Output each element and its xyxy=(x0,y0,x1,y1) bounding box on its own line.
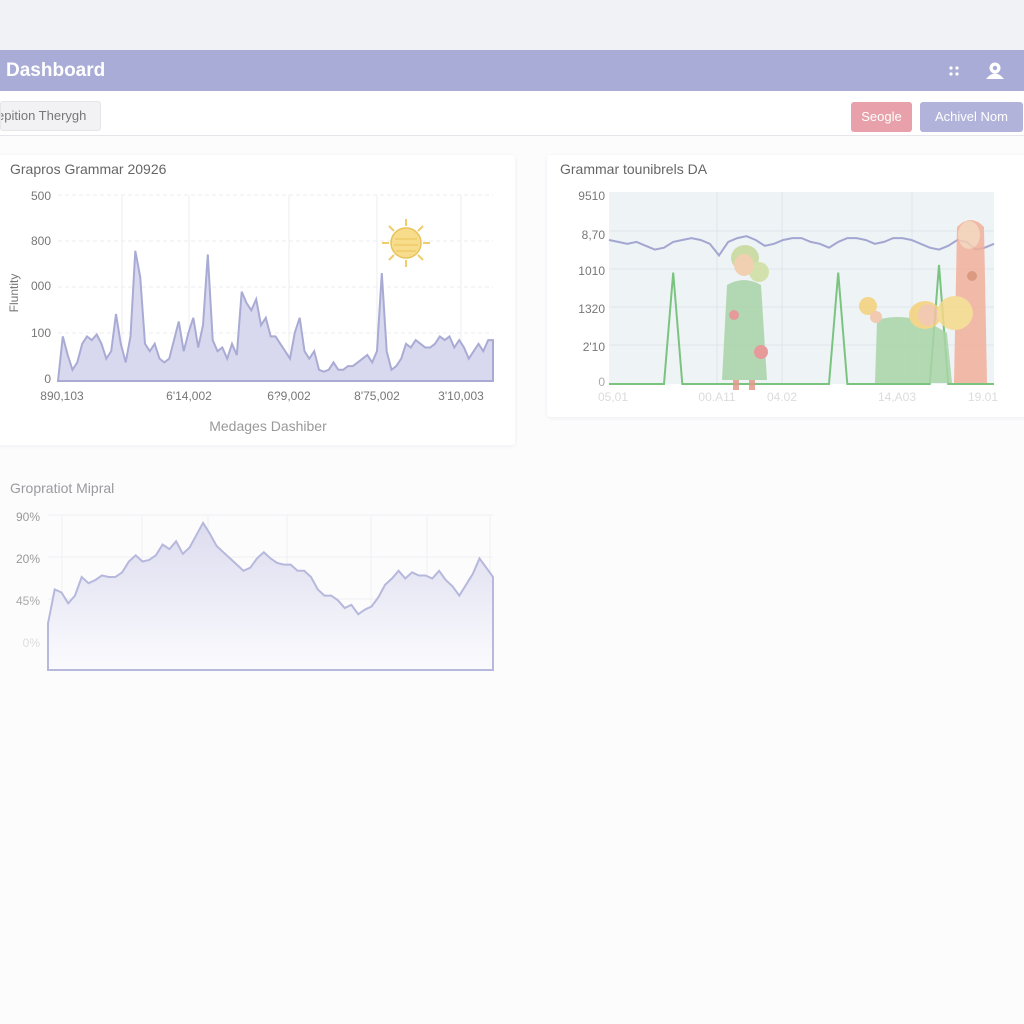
y-tick: 500 xyxy=(31,189,51,203)
y-tick: 800 xyxy=(31,234,51,248)
chart-card-3: Gropratiot Mipral 90% 20% 45% 0% xyxy=(0,475,515,685)
y-tick: 0% xyxy=(23,636,41,650)
chart-1: 500 800 000 100 0 Fluntity 890,103 6'14,… xyxy=(7,189,494,434)
google-button[interactable]: Seogle xyxy=(851,102,912,132)
sun-icon xyxy=(382,219,430,267)
x-tick: 3'10,003 xyxy=(438,389,484,403)
x-tick: 6'14,002 xyxy=(166,389,212,403)
chart-3-area-series xyxy=(47,520,494,671)
chart-1-area-series xyxy=(56,250,494,382)
chart-2-x-ticks: 05,01 00.A11 04.02 14,A03 19.01 xyxy=(598,390,998,404)
chart-1-ylabel: Fluntity xyxy=(7,274,21,313)
window-top-strip xyxy=(0,0,1024,50)
chart-1-xlabel: Medages Dashiber xyxy=(209,418,327,434)
y-tick: 1010 xyxy=(578,264,605,278)
chart-3-y-ticks: 90% 20% 45% 0% xyxy=(16,510,40,650)
y-tick: 20% xyxy=(16,552,40,566)
user-icon[interactable] xyxy=(984,59,1006,81)
y-tick: 1320 xyxy=(578,302,605,316)
app-title: Dashboard xyxy=(6,59,106,81)
x-tick: 14,A03 xyxy=(878,390,916,404)
x-tick: 00.A11 xyxy=(698,390,735,404)
y-tick: 2'10 xyxy=(583,340,606,354)
y-tick: 000 xyxy=(31,279,51,293)
filter-chip[interactable]: epition Therygh xyxy=(0,101,101,131)
y-tick: 0 xyxy=(598,375,605,389)
x-tick: 05,01 xyxy=(598,390,628,404)
chart-card-1: Grapros Grammar 20926 500 800 000 100 0 … xyxy=(0,155,515,445)
app-header: Dashboard xyxy=(0,50,1024,91)
grid-icon[interactable] xyxy=(946,63,962,79)
y-tick: 90% xyxy=(16,510,40,524)
y-tick: 8,70 xyxy=(582,228,606,242)
x-tick: 890,103 xyxy=(40,389,84,403)
x-tick: 04.02 xyxy=(767,390,797,404)
archive-button[interactable]: Achivel Nom xyxy=(920,102,1023,132)
chart-2: 9510 8,70 1010 1320 2'10 0 05,01 00.A11 … xyxy=(578,189,998,404)
chart-1-x-ticks: 890,103 6'14,002 6?9,002 8'75,002 3'10,0… xyxy=(40,389,484,403)
chart-1-y-ticks: 500 800 000 100 0 xyxy=(31,189,51,386)
chart-3: 90% 20% 45% 0% xyxy=(16,510,494,671)
y-tick: 0 xyxy=(44,372,51,386)
y-tick: 100 xyxy=(31,326,51,340)
chart-card-2: Grammar tounibrels DA 9510 8,70 1010 132… xyxy=(547,155,1024,417)
x-tick: 6?9,002 xyxy=(267,389,311,403)
chart-2-y-ticks: 9510 8,70 1010 1320 2'10 0 xyxy=(578,189,605,389)
x-tick: 8'75,002 xyxy=(354,389,400,403)
x-tick: 19.01 xyxy=(968,390,998,404)
y-tick: 9510 xyxy=(578,189,605,203)
y-tick: 45% xyxy=(16,594,40,608)
toolbar: epition Therygh Seogle Achivel Nom xyxy=(0,91,1024,136)
